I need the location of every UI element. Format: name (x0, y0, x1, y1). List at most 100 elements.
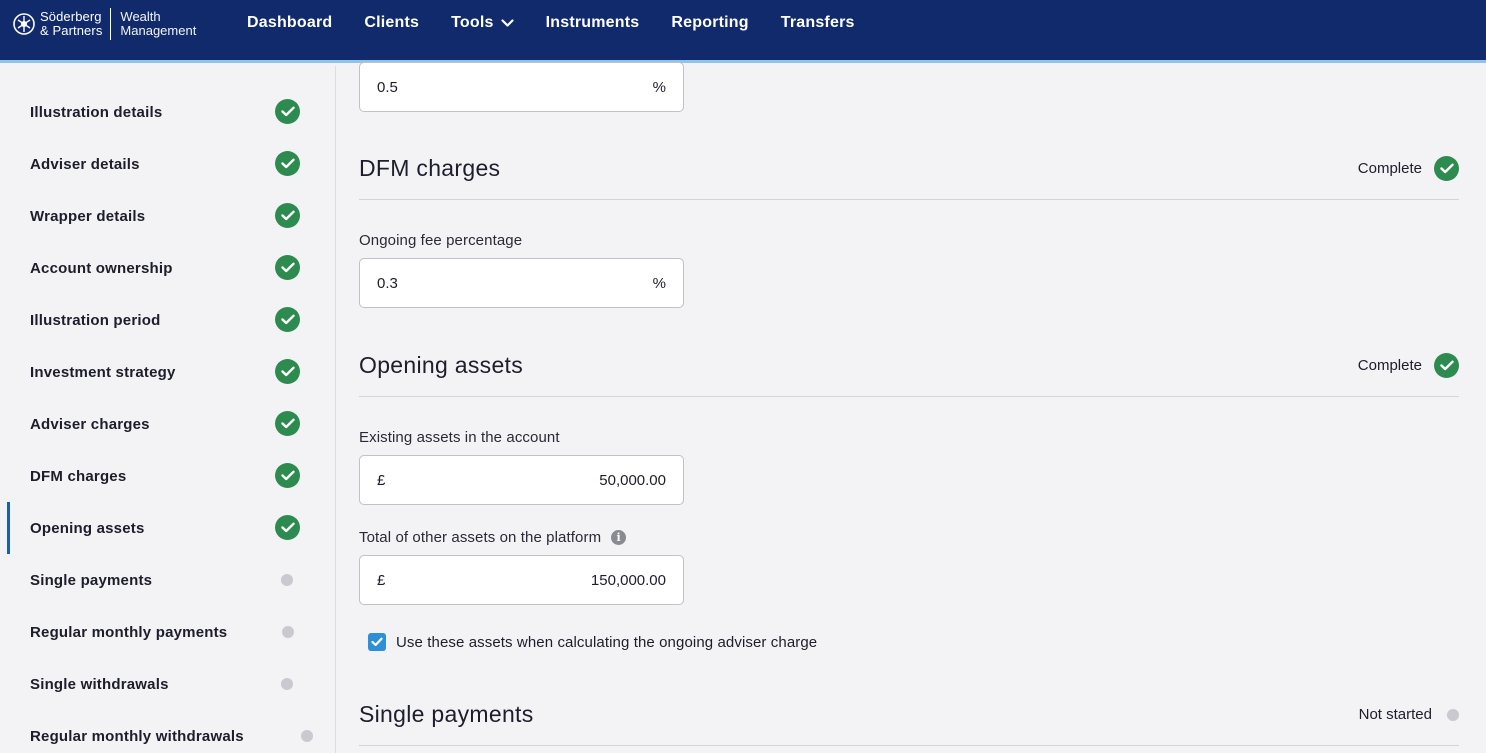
nav-instruments[interactable]: Instruments (546, 14, 640, 32)
check-icon (275, 99, 300, 124)
sidebar-item-illustration-period[interactable]: Illustration period (0, 294, 336, 346)
sidebar-item-label: Opening assets (30, 519, 145, 537)
sidebar-item-adviser-details[interactable]: Adviser details (0, 138, 336, 190)
nav-tools[interactable]: Tools (451, 14, 514, 32)
sidebar-item-label: Regular monthly withdrawals (30, 727, 244, 745)
other-assets-label: Total of other assets on the platform i (359, 529, 627, 546)
logo[interactable]: Söderberg & Partners Wealth Management (13, 8, 196, 40)
sidebar-item-single-payments[interactable]: Single payments (0, 554, 336, 606)
sidebar-item-label: Single payments (30, 571, 153, 589)
nav-dashboard[interactable]: Dashboard (247, 14, 332, 32)
sidebar-item-label: Adviser charges (30, 415, 150, 433)
sidebar-item-label: Investment strategy (30, 363, 176, 381)
check-icon (275, 151, 300, 176)
pending-dot-icon (301, 730, 313, 742)
other-assets-input[interactable]: £ 150,000.00 (359, 555, 684, 605)
other-assets-label-text: Total of other assets on the platform (359, 529, 602, 546)
check-icon (275, 515, 300, 540)
section-divider (359, 199, 1459, 200)
pending-dot-icon (281, 574, 293, 586)
nav-reporting-label: Reporting (671, 14, 749, 31)
sidebar-item-regular-monthly-payments[interactable]: Regular monthly payments (0, 606, 336, 658)
sidebar-item-single-withdrawals[interactable]: Single withdrawals (0, 658, 336, 710)
sidebar-item-label: DFM charges (30, 467, 127, 485)
check-icon (275, 411, 300, 436)
dfm-status: Complete (1358, 156, 1459, 181)
nav-instruments-label: Instruments (545, 14, 640, 31)
sidebar-item-dfm-charges[interactable]: DFM charges (0, 450, 336, 502)
info-icon[interactable]: i (611, 530, 627, 545)
pending-dot-icon (1447, 708, 1459, 721)
percent-suffix: % (652, 78, 666, 96)
sidebar-item-label: Regular monthly payments (30, 623, 228, 641)
top-navigation-bar: Söderberg & Partners Wealth Management D… (0, 0, 1486, 63)
single-payments-status-label: Not started (1358, 706, 1432, 723)
ongoing-fee-label: Ongoing fee percentage (359, 232, 523, 249)
opening-status: Complete (1358, 353, 1459, 378)
sidebar-item-label: Account ownership (30, 259, 173, 277)
check-icon (275, 307, 300, 332)
percent-suffix: % (652, 274, 666, 292)
main-nav: Dashboard Clients Tools Instruments Repo… (247, 0, 887, 46)
section-divider (359, 396, 1459, 397)
pending-dot-icon (281, 678, 293, 690)
logo-sub-line2: Management (120, 23, 197, 38)
sidebar-item-account-ownership[interactable]: Account ownership (0, 242, 336, 294)
nav-dashboard-label: Dashboard (247, 14, 333, 31)
ongoing-fee-input[interactable]: 0.3 % (359, 258, 684, 308)
dfm-charges-title: DFM charges (359, 155, 501, 181)
sidebar-item-label: Illustration details (30, 103, 163, 121)
nav-clients-label: Clients (364, 14, 420, 31)
nav-transfers-label: Transfers (780, 14, 855, 31)
single-payments-status: Not started (1359, 706, 1459, 723)
steps-sidebar: Illustration details Adviser details Wrapp… (0, 66, 336, 753)
sidebar-item-label: Adviser details (30, 155, 140, 173)
use-assets-checkbox[interactable] (368, 633, 386, 651)
check-icon (275, 359, 300, 384)
check-icon (1434, 156, 1459, 181)
other-assets-value: 150,000.00 (590, 571, 666, 589)
logo-brand-line2: & Partners (40, 23, 103, 38)
logo-sub-line1: Wealth (120, 9, 161, 24)
sidebar-item-adviser-charges[interactable]: Adviser charges (0, 398, 336, 450)
existing-assets-label: Existing assets in the account (359, 429, 560, 446)
nav-clients[interactable]: Clients (364, 14, 419, 32)
ongoing-fee-value: 0.3 (377, 274, 398, 292)
sidebar-item-label: Single withdrawals (30, 675, 169, 693)
nav-tools-label: Tools (451, 14, 494, 31)
existing-assets-input[interactable]: £ 50,000.00 (359, 455, 684, 505)
sidebar-item-investment-strategy[interactable]: Investment strategy (0, 346, 336, 398)
existing-assets-value: 50,000.00 (599, 471, 666, 489)
logo-subtitle: Wealth Management (120, 10, 196, 38)
nav-reporting[interactable]: Reporting (671, 14, 748, 32)
sidebar-item-regular-monthly-withdrawals[interactable]: Regular monthly withdrawals (0, 710, 336, 753)
sidebar-item-opening-assets[interactable]: Opening assets (0, 502, 336, 554)
sidebar-item-label: Wrapper details (30, 207, 146, 225)
section-divider (359, 745, 1459, 746)
check-icon (275, 463, 300, 488)
checkmark-icon (371, 637, 383, 647)
check-icon (1434, 353, 1459, 378)
opening-assets-title: Opening assets (359, 352, 524, 378)
main-content: 0.5 % DFM charges Complete Ongoing fee p… (337, 62, 1486, 753)
logo-divider (110, 8, 112, 40)
logo-mark-icon (13, 13, 35, 35)
sidebar-item-illustration-details[interactable]: Illustration details (0, 86, 336, 138)
adviser-charge-value: 0.5 (377, 78, 398, 96)
currency-prefix: £ (377, 571, 386, 589)
sidebar-item-wrapper-details[interactable]: Wrapper details (0, 190, 336, 242)
pending-dot-icon (282, 626, 294, 638)
logo-brand: Söderberg & Partners (40, 10, 102, 38)
use-assets-checkbox-row[interactable]: Use these assets when calculating the on… (368, 633, 817, 651)
chevron-down-icon (501, 18, 514, 27)
check-icon (275, 203, 300, 228)
currency-prefix: £ (377, 471, 386, 489)
nav-transfers[interactable]: Transfers (781, 14, 855, 32)
use-assets-checkbox-label: Use these assets when calculating the on… (396, 633, 818, 651)
single-payments-title: Single payments (359, 701, 534, 727)
opening-status-label: Complete (1357, 357, 1422, 374)
sidebar-item-label: Illustration period (30, 311, 161, 329)
check-icon (275, 255, 300, 280)
adviser-charge-input[interactable]: 0.5 % (359, 62, 684, 112)
dfm-status-label: Complete (1357, 160, 1422, 177)
